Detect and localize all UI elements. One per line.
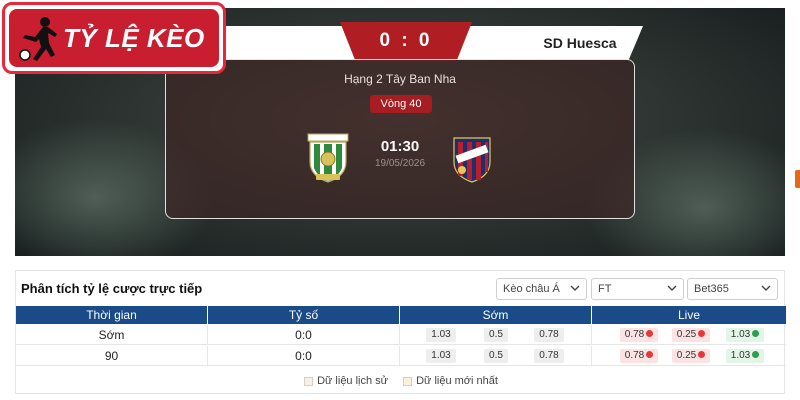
odds-up-icon (752, 329, 760, 337)
chevron-down-icon (761, 285, 771, 291)
early-odd-line[interactable]: 0.5 (484, 349, 508, 363)
odds-down-icon (646, 350, 654, 358)
page: Leganes SD Huesca 0 : 0 Hạng 2 Tây Ban N… (0, 0, 800, 400)
column-header-time: Thời gian (16, 306, 208, 324)
odds-type-select[interactable]: Kèo châu Á (496, 278, 587, 300)
history-swatch-icon (304, 376, 314, 386)
live-odd-line[interactable]: 0.25 (672, 328, 710, 342)
odds-table-header: Thời gian Tỷ số Sớm Live (16, 306, 786, 324)
legend-latest-label: Dữ liệu mới nhất (416, 375, 498, 387)
early-odd-away[interactable]: 0.78 (534, 328, 564, 342)
live-odd-home[interactable]: 0.78 (620, 349, 658, 363)
row-time: Sớm (16, 325, 208, 344)
odds-down-icon (698, 350, 706, 358)
live-odd-line-value: 0.25 (676, 350, 697, 361)
chevron-down-icon (570, 285, 580, 291)
logo-background: TỶ LỆ KÈO (9, 9, 219, 67)
odds-type-value: Kèo châu Á (503, 283, 560, 295)
period-value: FT (598, 283, 612, 295)
live-odd-home-value: 0.78 (624, 329, 645, 340)
odds-up-icon (752, 350, 760, 358)
live-odd-line[interactable]: 0.25 (672, 349, 710, 363)
row-score: 0:0 (208, 346, 400, 365)
early-odd-line[interactable]: 0.5 (484, 328, 508, 342)
league-name[interactable]: Hạng 2 Tây Ban Nha (166, 72, 634, 86)
early-odd-home[interactable]: 1.03 (426, 328, 456, 342)
column-header-score: Tỷ số (208, 306, 400, 324)
data-legend: Dữ liệu lịch sử Dữ liệu mới nhất (16, 375, 786, 389)
match-date: 19/05/2026 (374, 158, 426, 169)
row-score: 0:0 (208, 325, 400, 344)
round-badge: Vòng 40 (370, 95, 432, 113)
live-odd-away[interactable]: 1.03 (726, 328, 764, 342)
early-odds-cell: 1.03 0.5 0.78 (400, 325, 592, 344)
early-odd-home[interactable]: 1.03 (426, 349, 456, 363)
match-score: 0 : 0 (340, 22, 472, 62)
live-odd-away-value: 1.03 (730, 329, 751, 340)
live-odd-home[interactable]: 0.78 (620, 328, 658, 342)
live-odds-cell: 0.78 0.25 1.03 (592, 325, 786, 344)
row-time: 90 (16, 346, 208, 365)
kickoff-time: 01:30 (380, 138, 420, 155)
early-odd-away[interactable]: 0.78 (534, 349, 564, 363)
period-select[interactable]: FT (591, 278, 684, 300)
site-logo[interactable]: TỶ LỆ KÈO (2, 2, 226, 74)
odds-section-title: Phân tích tỷ lệ cược trực tiếp (21, 281, 203, 296)
match-info-panel: Hạng 2 Tây Ban Nha Vòng 40 01:30 19/05/2… (165, 59, 635, 219)
odds-analysis-panel: Phân tích tỷ lệ cược trực tiếp Kèo châu … (15, 270, 786, 394)
footballer-icon (19, 17, 57, 61)
bookmaker-select[interactable]: Bet365 (687, 278, 778, 300)
legend-history: Dữ liệu lịch sử (304, 375, 388, 387)
live-odd-line-value: 0.25 (676, 329, 697, 340)
live-odds-cell: 0.78 0.25 1.03 (592, 346, 786, 365)
logo-text: TỶ LỆ KÈO (63, 23, 205, 53)
away-team-name[interactable]: SD Huesca (485, 35, 643, 51)
column-header-early: Sớm (400, 306, 592, 324)
chevron-down-icon (667, 285, 677, 291)
live-odd-home-value: 0.78 (624, 350, 645, 361)
side-widget-tab[interactable] (795, 170, 800, 188)
bookmaker-value: Bet365 (694, 283, 729, 295)
early-odds-cell: 1.03 0.5 0.78 (400, 346, 592, 365)
huesca-crest-icon[interactable] (450, 132, 494, 184)
live-odd-away[interactable]: 1.03 (726, 349, 764, 363)
legend-latest: Dữ liệu mới nhất (403, 375, 498, 387)
legend-history-label: Dữ liệu lịch sử (317, 375, 389, 387)
latest-swatch-icon (403, 376, 413, 386)
table-row[interactable]: Sớm 0:0 1.03 0.5 0.78 0.78 0.25 1.03 (16, 325, 786, 345)
live-odd-away-value: 1.03 (730, 350, 751, 361)
odds-down-icon (698, 329, 706, 337)
table-row[interactable]: 90 0:0 1.03 0.5 0.78 0.78 0.25 1.03 (16, 346, 786, 366)
column-header-live: Live (677, 308, 700, 322)
odds-down-icon (646, 329, 654, 337)
